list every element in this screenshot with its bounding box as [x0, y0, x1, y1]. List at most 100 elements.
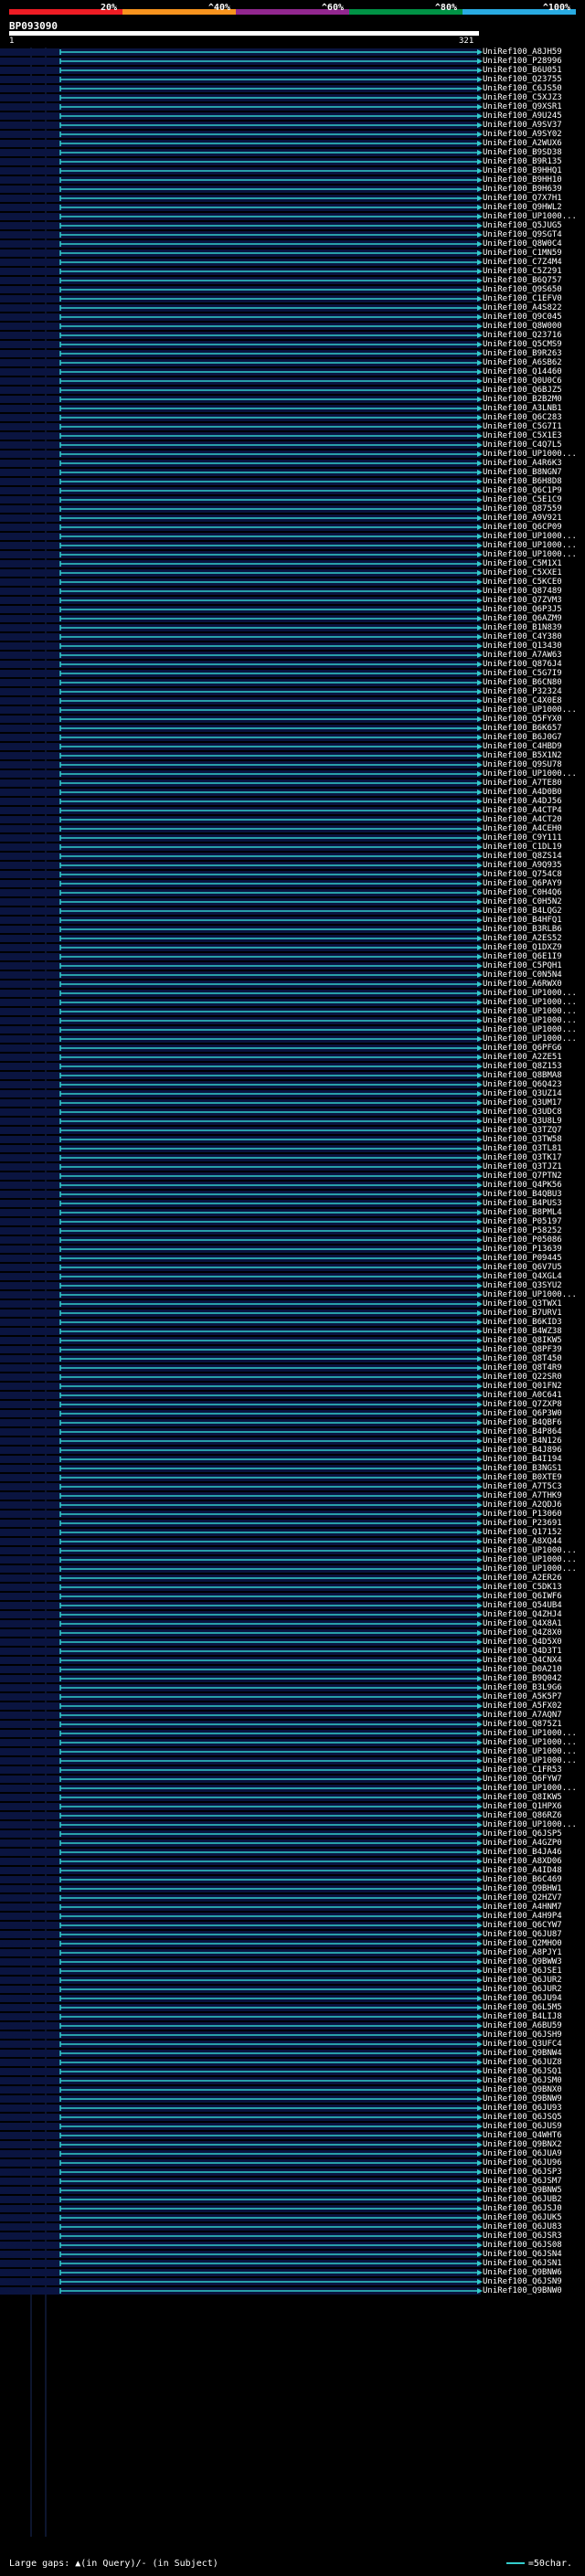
hit-label[interactable]: UniRef100_Q5FYX0 — [483, 715, 562, 724]
hit-label[interactable]: UniRef100_C7Z4M4 — [483, 258, 562, 267]
hit-label[interactable]: UniRef100_Q6JSR3 — [483, 2231, 562, 2241]
hit-label[interactable]: UniRef100_Q9HWL2 — [483, 203, 562, 212]
hit-label[interactable]: UniRef100_Q3TWX1 — [483, 1299, 562, 1309]
hit-label[interactable]: UniRef100_P58252 — [483, 1226, 562, 1235]
hit-label[interactable]: UniRef100_Q9BHW1 — [483, 1884, 562, 1893]
hit-label[interactable]: UniRef100_Q4XGL4 — [483, 1272, 562, 1281]
hit-label[interactable]: UniRef100_B9R263 — [483, 349, 562, 358]
hit-label[interactable]: UniRef100_UP1000... — [483, 1555, 577, 1564]
hit-label[interactable]: UniRef100_A3LNB1 — [483, 404, 562, 413]
hit-label[interactable]: UniRef100_C5M1X1 — [483, 559, 562, 568]
hit-label[interactable]: UniRef100_Q7ZVM3 — [483, 596, 562, 605]
hit-label[interactable]: UniRef100_UP1000... — [483, 1756, 577, 1765]
hit-label[interactable]: UniRef100_Q8BMA8 — [483, 1071, 562, 1080]
hit-label[interactable]: UniRef100_A4S822 — [483, 303, 562, 313]
hit-label[interactable]: UniRef100_UP1000... — [483, 1729, 577, 1738]
hit-label[interactable]: UniRef100_Q6E1I9 — [483, 952, 562, 961]
hit-label[interactable]: UniRef100_UP1000... — [483, 1546, 577, 1555]
hit-label[interactable]: UniRef100_Q6JS08 — [483, 2241, 562, 2250]
hit-label[interactable]: UniRef100_Q8T450 — [483, 1354, 562, 1363]
hit-label[interactable]: UniRef100_A7AQN7 — [483, 1711, 562, 1720]
hit-label[interactable]: UniRef100_UP1000... — [483, 1747, 577, 1756]
hit-label[interactable]: UniRef100_Q4D5X0 — [483, 1638, 562, 1647]
hit-label[interactable]: UniRef100_B3L9G6 — [483, 1683, 562, 1692]
hit-label[interactable]: UniRef100_A4DJ56 — [483, 797, 562, 806]
hit-label[interactable]: UniRef100_P13639 — [483, 1245, 562, 1254]
hit-label[interactable]: UniRef100_UP1000... — [483, 769, 577, 779]
hit-label[interactable]: UniRef100_Q2HZV7 — [483, 1893, 562, 1903]
hit-label[interactable]: UniRef100_Q6C283 — [483, 413, 562, 422]
hit-label[interactable]: UniRef100_C4Q7L5 — [483, 440, 562, 450]
hit-label[interactable]: UniRef100_Q6JU94 — [483, 1994, 562, 2003]
hit-label[interactable]: UniRef100_A7TE80 — [483, 779, 562, 788]
hit-label[interactable]: UniRef100_Q3TL81 — [483, 1144, 562, 1153]
hit-label[interactable]: UniRef100_P23691 — [483, 1519, 562, 1528]
hit-label[interactable]: UniRef100_B4J896 — [483, 1446, 562, 1455]
hit-label[interactable]: UniRef100_B9H639 — [483, 185, 562, 194]
hit-label[interactable]: UniRef100_Q8ZS14 — [483, 852, 562, 861]
hit-label[interactable]: UniRef100_B4LQG2 — [483, 906, 562, 916]
hit-label[interactable]: UniRef100_UP1000... — [483, 550, 577, 559]
hit-label[interactable]: UniRef100_Q22SR0 — [483, 1373, 562, 1382]
hit-label[interactable]: UniRef100_B4HFQ1 — [483, 916, 562, 925]
hit-label[interactable]: UniRef100_Q6JUR2 — [483, 1985, 562, 1994]
hit-label[interactable]: UniRef100_B4I194 — [483, 1455, 562, 1464]
hit-label[interactable]: UniRef100_Q13430 — [483, 641, 562, 651]
hit-label[interactable]: UniRef100_Q8IKW5 — [483, 1793, 562, 1802]
hit-label[interactable]: UniRef100_Q9XSR1 — [483, 102, 562, 111]
hit-label[interactable]: UniRef100_Q54UB4 — [483, 1601, 562, 1610]
hit-label[interactable]: UniRef100_Q9BNX2 — [483, 2140, 562, 2149]
hit-label[interactable]: UniRef100_Q23716 — [483, 331, 562, 340]
hit-label[interactable]: UniRef100_Q6IWF6 — [483, 1592, 562, 1601]
hit-label[interactable]: UniRef100_Q9SU78 — [483, 760, 562, 769]
hit-label[interactable]: UniRef100_Q4CNX4 — [483, 1656, 562, 1665]
hit-label[interactable]: UniRef100_Q4ZHJ4 — [483, 1610, 562, 1619]
hit-label[interactable]: UniRef100_Q23755 — [483, 75, 562, 84]
hit-label[interactable]: UniRef100_B4WZ38 — [483, 1327, 562, 1336]
hit-label[interactable]: UniRef100_Q6PFG6 — [483, 1044, 562, 1053]
hit-label[interactable]: UniRef100_B9Q042 — [483, 1674, 562, 1683]
hit-label[interactable]: UniRef100_B6CN80 — [483, 678, 562, 687]
hit-label[interactable]: UniRef100_Q01FN2 — [483, 1382, 562, 1391]
hit-label[interactable]: UniRef100_Q6JU96 — [483, 2158, 562, 2168]
hit-label[interactable]: UniRef100_Q17152 — [483, 1528, 562, 1537]
hit-label[interactable]: UniRef100_Q6FYW7 — [483, 1775, 562, 1784]
hit-label[interactable]: UniRef100_Q6JSM0 — [483, 2076, 562, 2085]
hit-label[interactable]: UniRef100_C4X0E8 — [483, 696, 562, 705]
hit-label[interactable]: UniRef100_Q875Z1 — [483, 1720, 562, 1729]
hit-label[interactable]: UniRef100_C0H4Q6 — [483, 888, 562, 897]
hit-label[interactable]: UniRef100_Q6JU93 — [483, 2104, 562, 2113]
hit-label[interactable]: UniRef100_C5Z291 — [483, 267, 562, 276]
hit-label[interactable]: UniRef100_C5G7I9 — [483, 669, 562, 678]
hit-label[interactable]: UniRef100_Q6JSM7 — [483, 2177, 562, 2186]
hit-label[interactable]: UniRef100_C5X1E3 — [483, 431, 562, 440]
hit-label[interactable]: UniRef100_UP1000... — [483, 1564, 577, 1574]
hit-label[interactable]: UniRef100_C9Y111 — [483, 833, 562, 843]
hit-label[interactable]: UniRef100_Q3UZ14 — [483, 1089, 562, 1098]
hit-label[interactable]: UniRef100_Q6JU87 — [483, 1930, 562, 1939]
hit-label[interactable]: UniRef100_Q4X8A1 — [483, 1619, 562, 1628]
hit-label[interactable]: UniRef100_C5G7I1 — [483, 422, 562, 431]
hit-label[interactable]: UniRef100_Q9BNW4 — [483, 2049, 562, 2058]
hit-label[interactable]: UniRef100_Q8PF39 — [483, 1345, 562, 1354]
hit-label[interactable]: UniRef100_C1MN59 — [483, 249, 562, 258]
hit-label[interactable]: UniRef100_P13060 — [483, 1510, 562, 1519]
hit-label[interactable]: UniRef100_UP1000... — [483, 998, 577, 1007]
hit-label[interactable]: UniRef100_A6RWX0 — [483, 980, 562, 989]
hit-label[interactable]: UniRef100_Q6CP09 — [483, 523, 562, 532]
hit-label[interactable]: UniRef100_B6KID3 — [483, 1318, 562, 1327]
hit-label[interactable]: UniRef100_UP1000... — [483, 1738, 577, 1747]
hit-label[interactable]: UniRef100_C5XJZ3 — [483, 93, 562, 102]
hit-label[interactable]: UniRef100_Q8IKW5 — [483, 1336, 562, 1345]
hit-label[interactable]: UniRef100_C5E1C9 — [483, 495, 562, 504]
hit-label[interactable]: UniRef100_B1N839 — [483, 623, 562, 632]
hit-label[interactable]: UniRef100_A7AW63 — [483, 651, 562, 660]
hit-label[interactable]: UniRef100_C5KCE0 — [483, 578, 562, 587]
hit-label[interactable]: UniRef100_B8NGN7 — [483, 468, 562, 477]
hit-label[interactable]: UniRef100_P05197 — [483, 1217, 562, 1226]
hit-label[interactable]: UniRef100_A9Q935 — [483, 861, 562, 870]
hit-label[interactable]: UniRef100_Q9BNW6 — [483, 2268, 562, 2277]
hit-label[interactable]: UniRef100_B5X1N2 — [483, 751, 562, 760]
hit-label[interactable]: UniRef100_UP1000... — [483, 1784, 577, 1793]
hit-label[interactable]: UniRef100_Q8T4R9 — [483, 1363, 562, 1373]
